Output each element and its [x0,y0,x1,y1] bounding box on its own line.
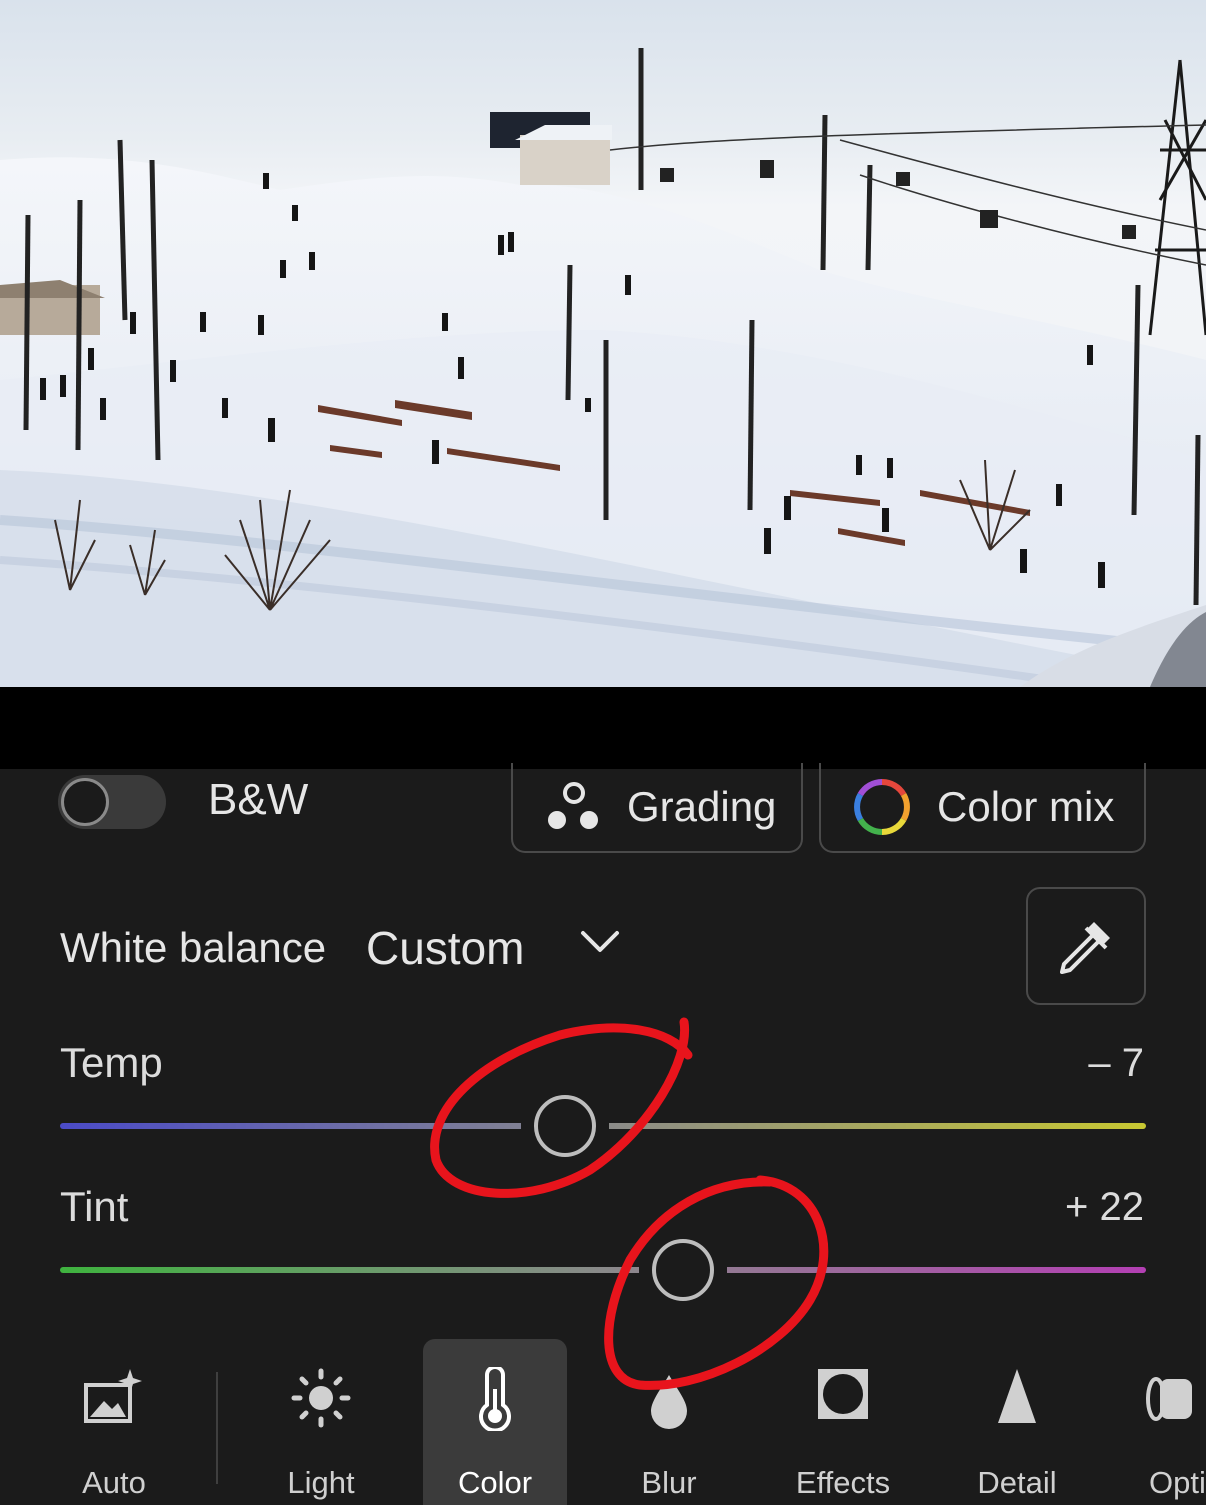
white-balance-select[interactable]: Custom [366,921,524,975]
tool-color[interactable]: Color [423,1339,567,1505]
sun-icon [291,1368,351,1428]
tint-label: Tint [60,1183,129,1230]
tool-optics[interactable]: Opti [1119,1339,1206,1505]
eyedropper-icon [1060,922,1110,974]
temp-value: – 7 [1088,1041,1144,1085]
color-mix-label: Color mix [937,783,1115,830]
ski-slope-photo [0,48,1206,687]
optics-icon [1146,1377,1192,1421]
letterbox-band [0,687,1206,769]
tool-effects-label: Effects [795,1465,891,1500]
edit-panel: B&W Grading Color mix White balance Cust… [0,763,1206,1505]
tool-detail[interactable]: Detail [945,1339,1089,1505]
auto-enhance-icon [84,1369,142,1423]
tool-effects[interactable]: Effects [771,1339,915,1505]
tool-light[interactable]: Light [249,1339,393,1505]
toolbar-divider [216,1372,218,1484]
grading-button[interactable]: Grading [511,763,803,853]
tool-light-label: Light [287,1465,355,1500]
grading-label: Grading [627,783,777,830]
toggle-knob [61,778,109,826]
thermometer-icon [479,1367,511,1431]
color-wheel-icon [854,779,910,835]
bw-label: B&W [208,775,309,824]
temp-slider-thumb[interactable] [533,1095,596,1157]
eyedropper-button[interactable] [1026,887,1146,1005]
drop-icon [651,1375,687,1429]
white-balance-label: White balance [60,924,327,971]
temp-label: Temp [60,1039,163,1086]
grading-dots-icon [548,782,598,829]
triangle-icon [998,1369,1036,1423]
tint-slider-track[interactable] [60,1267,1146,1273]
tool-detail-label: Detail [977,1465,1057,1500]
tool-optics-label: Opti [1149,1465,1206,1500]
photo-preview[interactable] [0,0,1206,687]
tool-color-label: Color [457,1465,533,1500]
chevron-down-icon[interactable] [580,929,620,955]
tool-auto[interactable]: Auto [42,1339,186,1505]
tool-blur-label: Blur [641,1465,697,1500]
tint-slider-thumb[interactable] [651,1239,714,1301]
tint-value: + 22 [1065,1185,1144,1229]
tool-auto-label: Auto [82,1465,146,1500]
color-mix-button[interactable]: Color mix [819,763,1146,853]
vignette-icon [818,1369,868,1419]
tool-blur[interactable]: Blur [597,1339,741,1505]
bw-toggle[interactable] [58,775,166,829]
